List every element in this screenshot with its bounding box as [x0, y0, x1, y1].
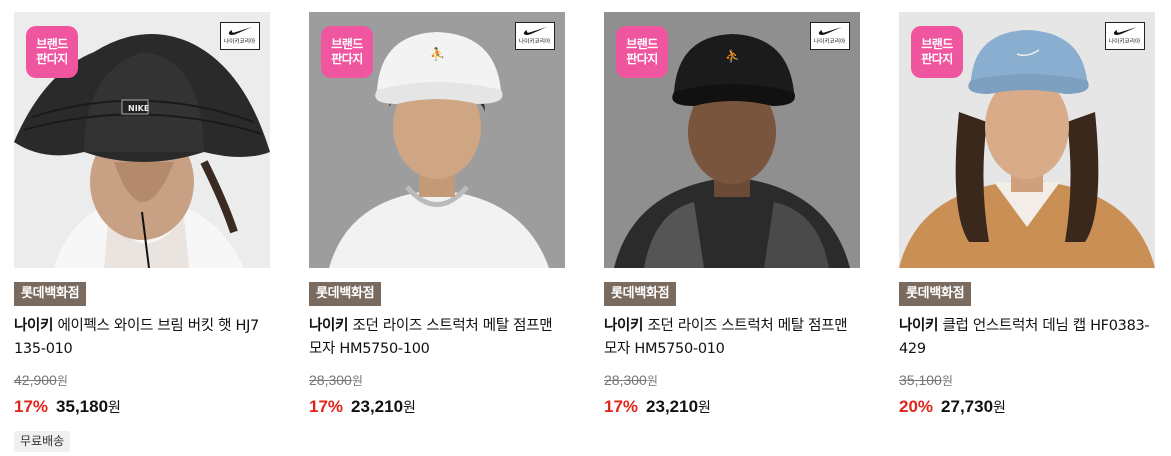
product-image[interactable]: NIKE 브랜드 판다지 나이키코리아 — [14, 12, 270, 268]
sale-price-row: 17% 23,210원 — [309, 397, 416, 416]
product-title[interactable]: 나이키 클럽 언스트럭처 데님 캡 HF0383-429 — [899, 315, 1151, 361]
discount-rate: 17% — [309, 397, 344, 416]
sale-price: 35,180 — [56, 397, 109, 416]
store-tag[interactable]: 롯데백화점 — [309, 282, 382, 306]
brand-fandaji-badge: 브랜드 판다지 — [26, 26, 78, 78]
product-brand: 나이키 — [899, 318, 939, 334]
product-card[interactable]: ⛹ 브랜드 판다지 나이키코리아 롯데백화점 나이키 조던 라이즈 스트럭처 메… — [604, 12, 860, 419]
nike-swoosh-icon — [818, 27, 842, 35]
product-grid: NIKE 브랜드 판다지 나이키코리아 롯데백화점 나이키 에이펙스 와이드 브… — [0, 0, 1171, 456]
original-price: 42,900원 — [14, 372, 68, 388]
nike-korea-badge: 나이키코리아 — [810, 22, 850, 50]
product-brand: 나이키 — [14, 318, 54, 334]
sale-price: 27,730 — [941, 397, 994, 416]
svg-text:NIKE: NIKE — [128, 104, 149, 113]
sale-price-row: 20% 27,730원 — [899, 397, 1006, 416]
nike-swoosh-icon — [523, 27, 547, 35]
product-title[interactable]: 나이키 조던 라이즈 스트럭처 메탈 점프맨 모자 HM5750-100 — [309, 315, 561, 361]
discount-rate: 17% — [604, 397, 639, 416]
product-image[interactable]: ⛹ 브랜드 판다지 나이키코리아 — [604, 12, 860, 268]
discount-rate: 20% — [899, 397, 934, 416]
original-price: 28,300원 — [309, 372, 363, 388]
product-card[interactable]: ⛹ 브랜드 판다지 나이키코리아 롯데백화점 나이키 조던 라이즈 스트럭처 메… — [309, 12, 565, 419]
product-card[interactable]: 브랜드 판다지 나이키코리아 롯데백화점 나이키 클럽 언스트럭처 데님 캡 H… — [899, 12, 1155, 419]
store-tag[interactable]: 롯데백화점 — [604, 282, 677, 306]
svg-text:⛹: ⛹ — [725, 48, 740, 63]
brand-fandaji-badge: 브랜드 판다지 — [911, 26, 963, 78]
nike-korea-badge: 나이키코리아 — [515, 22, 555, 50]
sale-price-row: 17% 35,180원 — [14, 397, 121, 416]
product-title[interactable]: 나이키 조던 라이즈 스트럭처 메탈 점프맨 모자 HM5750-010 — [604, 315, 856, 361]
brand-fandaji-badge: 브랜드 판다지 — [321, 26, 373, 78]
nike-korea-badge: 나이키코리아 — [220, 22, 260, 50]
store-tag[interactable]: 롯데백화점 — [14, 282, 87, 306]
sale-price-row: 17% 23,210원 — [604, 397, 711, 416]
nike-korea-badge: 나이키코리아 — [1105, 22, 1145, 50]
product-title[interactable]: 나이키 에이펙스 와이드 브림 버킷 햇 HJ7135-010 — [14, 315, 266, 361]
original-price: 28,300원 — [604, 372, 658, 388]
product-brand: 나이키 — [309, 318, 349, 334]
original-price: 35,100원 — [899, 372, 953, 388]
svg-text:⛹: ⛹ — [430, 46, 445, 61]
product-image[interactable]: 브랜드 판다지 나이키코리아 — [899, 12, 1155, 268]
sale-price: 23,210 — [646, 397, 699, 416]
sale-price: 23,210 — [351, 397, 404, 416]
brand-fandaji-badge: 브랜드 판다지 — [616, 26, 668, 78]
store-tag[interactable]: 롯데백화점 — [899, 282, 972, 306]
nike-swoosh-icon — [1113, 27, 1137, 35]
product-brand: 나이키 — [604, 318, 644, 334]
free-shipping-badge: 무료배송 — [14, 431, 71, 452]
product-card[interactable]: NIKE 브랜드 판다지 나이키코리아 롯데백화점 나이키 에이펙스 와이드 브… — [14, 12, 270, 452]
discount-rate: 17% — [14, 397, 49, 416]
nike-swoosh-icon — [228, 27, 252, 35]
product-image[interactable]: ⛹ 브랜드 판다지 나이키코리아 — [309, 12, 565, 268]
